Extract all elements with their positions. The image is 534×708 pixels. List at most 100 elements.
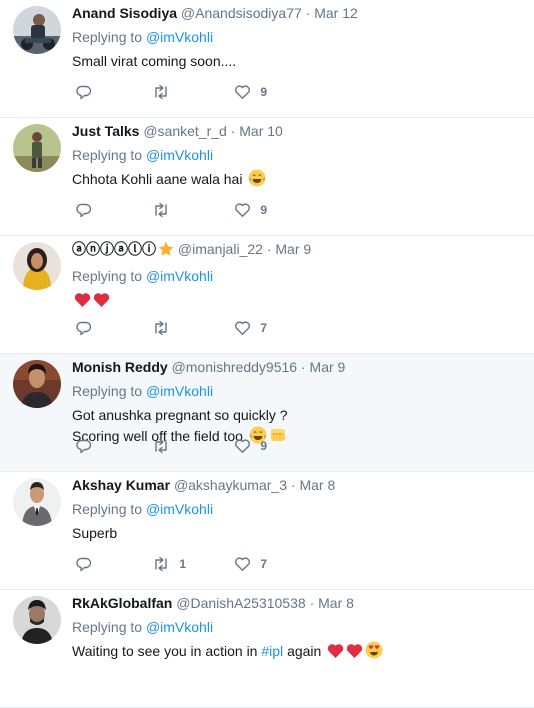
separator-dot: · (305, 5, 311, 21)
timestamp[interactable]: Mar 10 (239, 123, 283, 139)
tweet-card[interactable]: Akshay Kumar @akshaykumar_3 · Mar 8 Repl… (0, 472, 534, 590)
avatar[interactable] (13, 360, 61, 408)
avatar[interactable] (13, 596, 61, 644)
reply-button[interactable] (76, 202, 92, 222)
mention-link[interactable]: @imVkohli (146, 383, 213, 399)
username[interactable]: @sanket_r_d (143, 123, 226, 139)
tweet-text-line: Superb (72, 525, 118, 541)
retweet-button[interactable] (152, 84, 179, 104)
avatar[interactable] (13, 478, 61, 526)
like-button[interactable]: 9 (234, 438, 267, 458)
red-heart-emoji-icon (93, 292, 110, 314)
reply-button[interactable] (76, 556, 92, 576)
separator-dot: · (230, 123, 236, 139)
tweet-text-line: Waiting to see you in action in (72, 643, 258, 659)
red-heart-emoji-icon (346, 643, 363, 665)
red-heart-emoji-icon (327, 643, 344, 665)
laughing-tears-emoji-icon (248, 169, 266, 193)
reply-button[interactable] (76, 84, 92, 104)
tweet-card[interactable]: Monish Reddy @monishreddy9516 · Mar 9 Re… (0, 354, 534, 472)
display-name[interactable]: Anand Sisodiya (72, 5, 177, 21)
retweet-count: 1 (179, 557, 187, 571)
username[interactable]: @imanjali_22 (178, 241, 263, 257)
avatar[interactable] (13, 124, 61, 172)
tweet-card[interactable]: Anand Sisodiya @Anandsisodiya77 · Mar 12… (0, 0, 534, 118)
mention-link[interactable]: @imVkohli (146, 501, 213, 517)
reply-icon (76, 203, 92, 218)
heart-outline-icon (235, 321, 250, 335)
retweet-button[interactable] (152, 438, 179, 458)
username[interactable]: @DanishA25310538 (176, 595, 305, 611)
like-button[interactable]: 9 (234, 84, 267, 104)
replying-to: Replying to @imVkohli (72, 266, 524, 286)
tweet-card[interactable]: RkAkGlobalfan @DanishA25310538 · Mar 8 R… (0, 590, 534, 708)
reply-icon (76, 85, 92, 100)
avatar[interactable] (13, 6, 61, 54)
mention-link[interactable]: @imVkohli (146, 29, 213, 45)
replying-to: Replying to @imVkohli (72, 145, 524, 165)
replying-to-label: Replying to (72, 147, 143, 163)
heart-outline-icon (235, 85, 250, 99)
like-count: 7 (260, 321, 268, 335)
replying-to-label: Replying to (72, 268, 143, 284)
like-button[interactable]: 9 (234, 202, 267, 222)
retweet-button[interactable] (152, 202, 179, 222)
tweet-text: Small virat coming soon.... (72, 51, 524, 72)
reply-button[interactable] (76, 438, 92, 458)
replying-to-label: Replying to (72, 383, 143, 399)
tweet-card[interactable]: ⓐⓝⓙⓐⓛⓘ @imanjali_22 · Mar 9 Replying to … (0, 236, 534, 354)
separator-dot: · (300, 359, 306, 375)
like-count: 9 (260, 439, 268, 453)
like-count: 9 (260, 203, 268, 217)
username[interactable]: @akshaykumar_3 (174, 477, 287, 493)
display-name[interactable]: RkAkGlobalfan (72, 595, 172, 611)
like-button[interactable]: 7 (234, 320, 267, 340)
retweet-button[interactable]: 1 (152, 556, 186, 576)
tweet-card[interactable]: Just Talks @sanket_r_d · Mar 10 Replying… (0, 118, 534, 236)
timestamp[interactable]: Mar 12 (314, 5, 358, 21)
username[interactable]: @monishreddy9516 (172, 359, 298, 375)
timestamp[interactable]: Mar 8 (318, 595, 354, 611)
replying-to: Replying to @imVkohli (72, 381, 524, 401)
display-name[interactable]: Just Talks (72, 123, 139, 139)
retweet-icon (155, 84, 167, 100)
username[interactable]: @Anandsisodiya77 (181, 5, 302, 21)
heart-eyes-emoji-icon (365, 641, 383, 665)
tweet-text (72, 290, 524, 314)
avatar[interactable] (13, 242, 61, 290)
retweet-button[interactable] (152, 320, 179, 340)
like-count: 9 (260, 85, 268, 99)
reply-icon (76, 557, 92, 572)
timestamp[interactable]: Mar 9 (275, 241, 311, 257)
mention-link[interactable]: @imVkohli (146, 268, 213, 284)
tweet-header: Akshay Kumar @akshaykumar_3 · Mar 8 (72, 475, 524, 495)
replying-to: Replying to @imVkohli (72, 27, 524, 47)
separator-dot: · (266, 241, 272, 257)
reply-icon (76, 321, 92, 336)
tweet-text: Chhota Kohli aane wala hai (72, 169, 524, 193)
replying-to: Replying to @imVkohli (72, 499, 524, 519)
tweet-header: Anand Sisodiya @Anandsisodiya77 · Mar 12 (72, 3, 524, 23)
replying-to-label: Replying to (72, 29, 143, 45)
mention-link[interactable]: @imVkohli (146, 619, 213, 635)
retweet-icon (155, 438, 167, 454)
hashtag-link[interactable]: #ipl (261, 643, 283, 659)
tweet-text-line: again (287, 643, 322, 659)
display-name[interactable]: ⓐⓝⓙⓐⓛⓘ (72, 241, 156, 257)
reply-icon (76, 439, 92, 454)
timestamp[interactable]: Mar 9 (310, 359, 346, 375)
retweet-icon (155, 320, 167, 336)
like-count: 7 (260, 557, 268, 571)
reply-button[interactable] (76, 320, 92, 340)
display-name[interactable]: Monish Reddy (72, 359, 168, 375)
timestamp[interactable]: Mar 8 (299, 477, 335, 493)
replying-to: Replying to @imVkohli (72, 617, 524, 637)
display-name[interactable]: Akshay Kumar (72, 477, 170, 493)
tweet-text: Got anushka pregnant so quickly ? Scorin… (72, 405, 524, 450)
tweet-text-line: Chhota Kohli aane wala hai (72, 171, 243, 187)
tweet-reply-feed: Anand Sisodiya @Anandsisodiya77 · Mar 12… (0, 0, 534, 708)
mention-link[interactable]: @imVkohli (146, 147, 213, 163)
red-heart-emoji-icon (74, 292, 91, 314)
tweet-text: Waiting to see you in action in #ipl aga… (72, 641, 524, 665)
like-button[interactable]: 7 (234, 556, 267, 576)
